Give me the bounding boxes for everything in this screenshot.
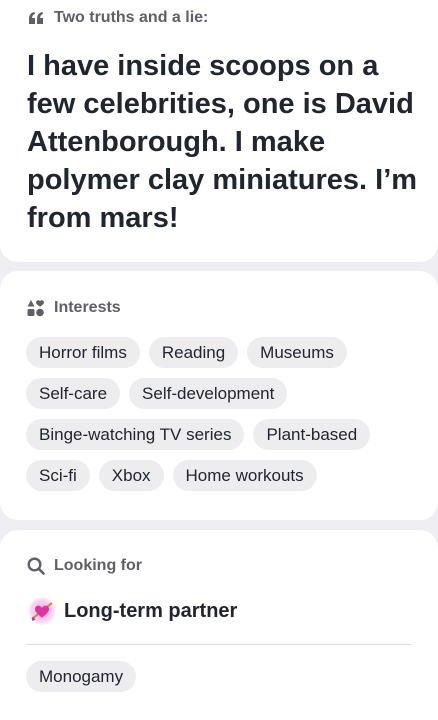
interest-chip: Self-development [129,378,288,409]
interest-chip: Horror films [26,337,140,368]
prompt-answer: I have inside scoops on a few celebritie… [27,50,418,234]
interest-chip: Binge-watching TV series [26,419,245,450]
shapes-icon [27,299,45,317]
interest-chip: Self-care [26,378,121,409]
interest-chip: Reading [148,337,239,368]
divider [27,644,411,645]
looking-for-tags: Monogamy [26,661,422,692]
interest-chip: Sci-fi [26,460,90,491]
interests-header: Interests [27,299,121,317]
prompt-header-label: Two truths and a lie: [54,9,209,26]
interest-chip: Xbox [98,460,164,491]
interest-chip: Home workouts [172,460,317,491]
relationship-goal: Long-term partner [28,597,237,625]
interests-list: Horror films Reading Museums Self-care S… [26,337,422,491]
relationship-type-chip: Monogamy [26,661,137,692]
interests-card: Interests Horror films Reading Museums S… [0,271,438,520]
interest-chip: Plant-based [253,419,371,450]
prompt-card: Two truths and a lie: I have inside scoo… [0,0,438,262]
looking-for-header-label: Looking for [54,557,142,574]
looking-for-header: Looking for [27,557,142,575]
search-icon [27,557,45,575]
looking-for-card: Looking for Long-term partner Monogamy [0,530,438,720]
interests-header-label: Interests [54,299,121,316]
interest-chip: Museums [247,337,347,368]
quote-icon [27,9,45,27]
heart-arrow-icon [28,597,56,625]
prompt-header: Two truths and a lie: [27,9,208,27]
relationship-goal-label: Long-term partner [64,599,238,622]
